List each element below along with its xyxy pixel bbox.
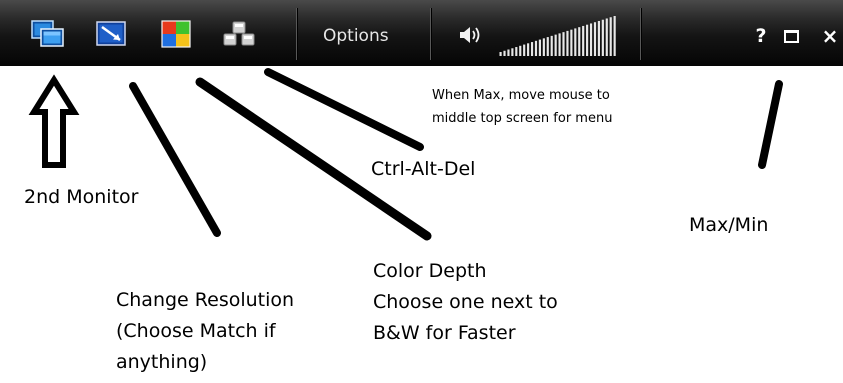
annotation-line: B&W for Faster xyxy=(373,322,516,344)
annotation-line: middle top screen for menu xyxy=(432,111,613,126)
annotation-line: Color Depth xyxy=(373,260,487,282)
annotation-line: Choose one next to xyxy=(373,291,558,313)
screenshot-canvas: Options ? × 2nd Monitor Change Resolutio… xyxy=(0,0,843,383)
annotation-max-menu: When Max, move mouse to middle top scree… xyxy=(432,84,612,130)
annotation-max-min: Max/Min xyxy=(689,214,769,236)
annotation-line: When Max, move mouse to xyxy=(432,88,610,103)
annotation-color-depth: Color Depth Choose one next to B&W for F… xyxy=(373,256,558,349)
annotation-stroke-ctrl-alt-del xyxy=(264,68,424,151)
annotation-stroke-resolution xyxy=(129,82,221,237)
annotation-line: anything) xyxy=(116,351,208,373)
annotation-stroke-max-min xyxy=(758,80,783,169)
annotation-ctrl-alt-del: Ctrl-Alt-Del xyxy=(371,158,476,180)
annotation-change-resolution: Change Resolution (Choose Match if anyth… xyxy=(116,285,294,378)
annotation-2nd-monitor: 2nd Monitor xyxy=(24,186,139,208)
annotation-arrow-2nd-monitor xyxy=(28,74,80,168)
annotation-line: Change Resolution xyxy=(116,289,295,311)
annotation-line: (Choose Match if xyxy=(116,320,276,342)
